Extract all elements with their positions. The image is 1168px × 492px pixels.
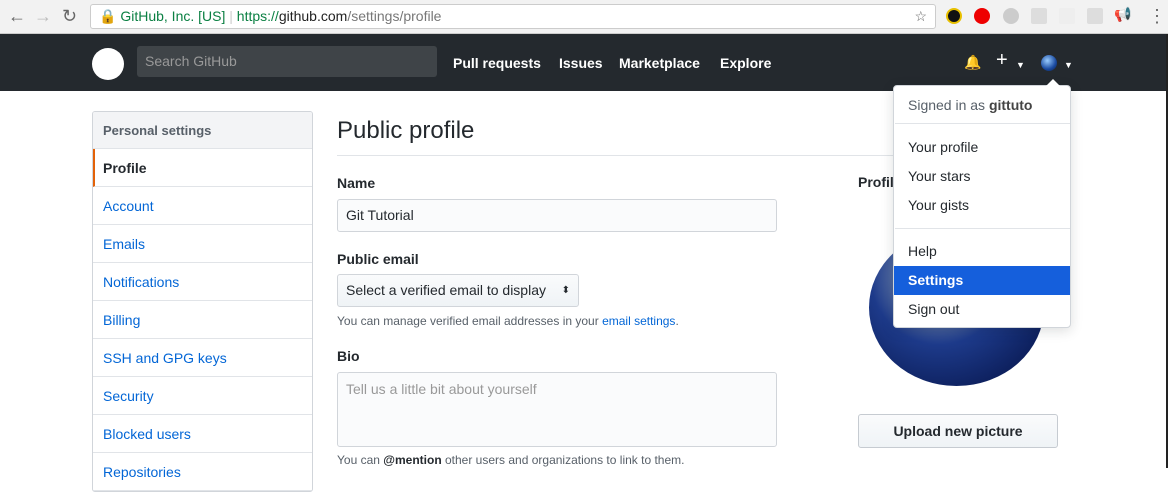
browser-toolbar: ← → ↻ 🔒 GitHub, Inc. [US] | https://gith… <box>0 0 1168 34</box>
divider <box>895 123 1070 124</box>
nav-issues[interactable]: Issues <box>559 55 603 71</box>
bell-icon[interactable]: 🔔 <box>964 54 981 71</box>
email-note: You can manage verified email addresses … <box>337 314 679 328</box>
sidebar-item-security[interactable]: Security <box>93 377 312 415</box>
lock-icon: 🔒 <box>99 8 117 24</box>
sidebar-item-repositories[interactable]: Repositories <box>93 453 312 491</box>
address-bar[interactable]: 🔒 GitHub, Inc. [US] | https://github.com… <box>90 4 936 29</box>
menu-your-profile[interactable]: Your profile <box>894 133 1070 162</box>
sidebar-item-emails[interactable]: Emails <box>93 225 312 263</box>
menu-your-gists[interactable]: Your gists <box>894 191 1070 220</box>
name-label: Name <box>337 175 376 191</box>
sidebar-heading: Personal settings <box>93 112 312 149</box>
menu-settings[interactable]: Settings <box>894 266 1070 295</box>
sidebar-item-account[interactable]: Account <box>93 187 312 225</box>
menu-icon[interactable]: ⋮ <box>1148 6 1166 27</box>
adblock-icon[interactable] <box>974 8 990 24</box>
menu-your-stars[interactable]: Your stars <box>894 162 1070 191</box>
extension-grid-icon[interactable] <box>1087 8 1103 24</box>
reload-icon[interactable]: ↻ <box>62 6 77 27</box>
name-input[interactable]: Git Tutorial <box>337 199 777 232</box>
sidebar-item-profile[interactable]: Profile <box>93 149 312 187</box>
site-header: Search GitHub Pull requests Issues Marke… <box>0 34 1168 91</box>
user-dropdown-menu: Signed in as gittuto Your profile Your s… <box>893 79 1071 328</box>
extension-page-icon[interactable] <box>1059 8 1075 24</box>
menu-help[interactable]: Help <box>894 237 1070 266</box>
nav-pull-requests[interactable]: Pull requests <box>453 55 541 71</box>
email-select-value: Select a verified email to display <box>346 282 546 298</box>
url-path: /settings/profile <box>347 8 442 24</box>
plus-icon[interactable]: + <box>996 49 1008 72</box>
url-host: github.com <box>278 8 348 24</box>
back-icon[interactable]: ← <box>8 6 26 27</box>
extension-m-icon[interactable] <box>1003 8 1019 24</box>
sidebar-item-notifications[interactable]: Notifications <box>93 263 312 301</box>
forward-icon[interactable]: → <box>34 6 52 27</box>
select-arrows-icon: ⬍ <box>561 285 570 296</box>
sidebar-item-billing[interactable]: Billing <box>93 301 312 339</box>
security-label: GitHub, Inc. [US] <box>120 8 226 24</box>
search-input[interactable]: Search GitHub <box>137 46 437 77</box>
drive-icon[interactable] <box>1031 8 1047 24</box>
email-label: Public email <box>337 251 419 267</box>
url-scheme: https:// <box>236 8 279 24</box>
upload-picture-button[interactable]: Upload new picture <box>858 414 1058 448</box>
email-select[interactable]: Select a verified email to display ⬍ <box>337 274 579 307</box>
settings-sidebar: Personal settings Profile Account Emails… <box>92 111 313 492</box>
megaphone-icon[interactable]: 📢 <box>1114 6 1131 23</box>
sidebar-item-ssh-gpg[interactable]: SSH and GPG keys <box>93 339 312 377</box>
avatar[interactable] <box>1041 55 1057 71</box>
extension-icon[interactable] <box>946 8 962 24</box>
email-settings-link[interactable]: email settings <box>602 314 675 328</box>
chevron-down-icon: ▼ <box>1064 60 1073 70</box>
sidebar-item-blocked-users[interactable]: Blocked users <box>93 415 312 453</box>
nav-marketplace[interactable]: Marketplace <box>619 55 700 71</box>
bookmark-star-icon[interactable]: ☆ <box>914 5 927 28</box>
github-logo-icon[interactable] <box>92 48 124 80</box>
menu-sign-out[interactable]: Sign out <box>894 295 1070 324</box>
bio-note: You can @mention other users and organiz… <box>337 453 685 467</box>
bio-textarea[interactable]: Tell us a little bit about yourself <box>337 372 777 447</box>
chevron-down-icon: ▼ <box>1016 60 1025 70</box>
signed-in-as: Signed in as gittuto <box>908 97 1033 113</box>
divider <box>895 228 1070 229</box>
nav-explore[interactable]: Explore <box>720 55 771 71</box>
bio-label: Bio <box>337 348 360 364</box>
